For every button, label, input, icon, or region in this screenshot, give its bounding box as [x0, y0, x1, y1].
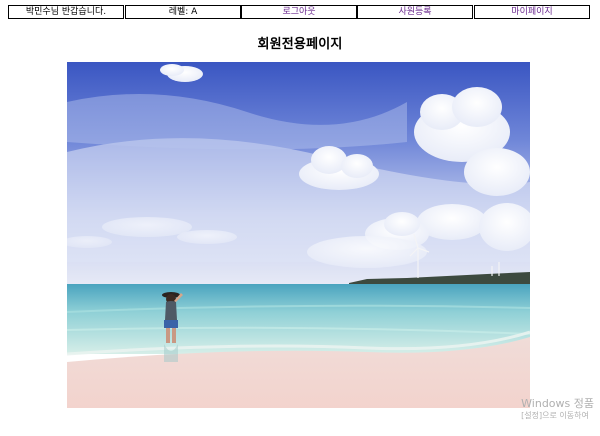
register-employee-link[interactable]: 사원등록	[357, 5, 473, 19]
level-label: 레벨: A	[125, 5, 241, 19]
watermark-line1: Windows 정품	[521, 397, 594, 410]
mypage-link[interactable]: 마이페이지	[474, 5, 590, 19]
beach-photo	[67, 62, 530, 408]
greeting-label: 박민수님 반갑습니다.	[8, 5, 124, 19]
logout-link[interactable]: 로그아웃	[241, 5, 357, 19]
page-title: 회원전용페이지	[257, 37, 343, 52]
windows-activation-watermark: Windows 정품 [설정]으로 이동하여	[521, 397, 594, 421]
top-nav: 박민수님 반갑습니다. 레벨: A 로그아웃 사원등록 마이페이지	[8, 5, 590, 19]
watermark-line2: [설정]으로 이동하여	[521, 411, 589, 420]
